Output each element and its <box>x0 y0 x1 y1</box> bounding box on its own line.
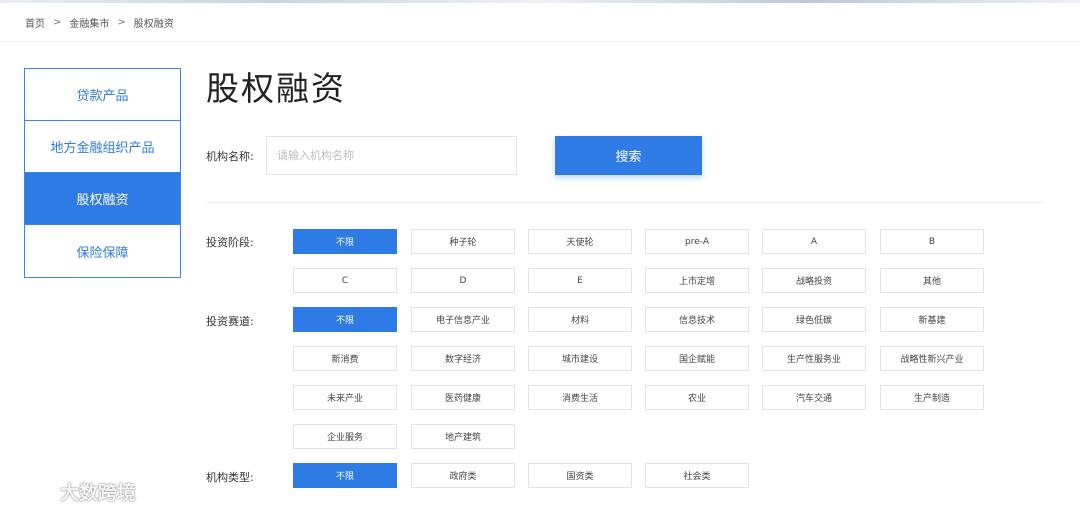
sidebar-item-insurance[interactable]: 保险保障 <box>25 225 180 277</box>
investment-track-option[interactable]: 信息技术 <box>645 307 749 332</box>
investment-stage-option[interactable]: 战略投资 <box>762 268 866 293</box>
breadcrumb: 首页 > 金融集市 > 股权融资 <box>25 15 174 30</box>
investment-stage-option[interactable]: pre-A <box>645 229 749 254</box>
investment-stage-option[interactable]: B <box>880 229 984 254</box>
institution-type-option[interactable]: 不限 <box>293 463 397 488</box>
investment-track-option[interactable]: 新消费 <box>293 346 397 371</box>
investment-track-option[interactable]: 未来产业 <box>293 385 397 410</box>
investment-stage-option[interactable]: D <box>411 268 515 293</box>
investment-track-option[interactable]: 不限 <box>293 307 397 332</box>
investment-track-label: 投资赛道: <box>206 315 254 328</box>
sidebar-item-loan-products[interactable]: 贷款产品 <box>25 69 180 121</box>
investment-track-option[interactable]: 新基建 <box>880 307 984 332</box>
investment-track-option[interactable]: 材料 <box>528 307 632 332</box>
investment-stage-option[interactable]: 种子轮 <box>411 229 515 254</box>
investment-track-option[interactable]: 医药健康 <box>411 385 515 410</box>
investment-stage-option[interactable]: 其他 <box>880 268 984 293</box>
investment-stage-option[interactable]: 不限 <box>293 229 397 254</box>
institution-type-option[interactable]: 国资类 <box>528 463 632 488</box>
institution-type-option[interactable]: 社会类 <box>645 463 749 488</box>
institution-name-label: 机构名称: <box>206 150 254 163</box>
investment-track-option[interactable]: 生产制造 <box>880 385 984 410</box>
investment-track-option[interactable]: 绿色低碳 <box>762 307 866 332</box>
sidebar-item-local-finance-products[interactable]: 地方金融组织产品 <box>25 121 180 173</box>
sidebar-item-label: 保险保障 <box>76 245 129 261</box>
breadcrumb-separator: > <box>117 17 126 28</box>
investment-track-option[interactable]: 消费生活 <box>528 385 632 410</box>
breadcrumb-current: 股权融资 <box>133 19 174 30</box>
institution-type-option[interactable]: 政府类 <box>411 463 515 488</box>
breadcrumb-separator: > <box>53 17 62 28</box>
sidebar-item-equity-financing[interactable]: 股权融资 <box>25 173 180 225</box>
watermark-icon <box>9 481 51 501</box>
investment-track-option[interactable]: 数字经济 <box>411 346 515 371</box>
sidebar-item-label: 地方金融组织产品 <box>50 141 155 156</box>
breadcrumb-finance-market[interactable]: 金融集市 <box>69 15 109 30</box>
investment-stage-option[interactable]: 上市定增 <box>645 268 749 293</box>
watermark-text: 大数跨境 <box>60 482 137 504</box>
investment-stage-option[interactable]: 天使轮 <box>528 229 632 254</box>
search-button[interactable]: 搜索 <box>555 136 702 175</box>
investment-stage-label: 投资阶段: <box>206 236 254 249</box>
investment-track-option[interactable]: 战略性新兴产业 <box>880 346 984 371</box>
institution-type-label: 机构类型: <box>206 471 254 484</box>
investment-track-option[interactable]: 电子信息产业 <box>411 307 515 332</box>
investment-stage-option[interactable]: A <box>762 229 866 254</box>
investment-stage-option[interactable]: E <box>528 268 632 293</box>
investment-track-option[interactable]: 城市建设 <box>528 346 632 371</box>
investment-track-option[interactable]: 国企赋能 <box>645 346 749 371</box>
investment-track-option[interactable]: 地产建筑 <box>411 424 515 449</box>
investment-track-option[interactable]: 农业 <box>645 385 749 410</box>
institution-name-input[interactable] <box>266 136 517 175</box>
page-title: 股权融资 <box>206 69 346 108</box>
breadcrumb-home[interactable]: 首页 <box>25 15 45 30</box>
investment-track-option[interactable]: 生产性服务业 <box>762 346 866 371</box>
sidebar: 贷款产品 地方金融组织产品 股权融资 保险保障 <box>24 68 181 278</box>
investment-track-option[interactable]: 汽车交通 <box>762 385 866 410</box>
sidebar-item-label: 股权融资 <box>76 193 129 208</box>
header-divider <box>0 41 1080 42</box>
sidebar-item-label: 贷款产品 <box>76 89 129 104</box>
top-banner-strip <box>0 0 1080 3</box>
investment-track-option[interactable]: 企业服务 <box>293 424 397 449</box>
investment-stage-option[interactable]: C <box>293 268 397 293</box>
watermark-logo: 大数跨境 <box>8 478 136 505</box>
section-divider <box>206 202 1044 203</box>
